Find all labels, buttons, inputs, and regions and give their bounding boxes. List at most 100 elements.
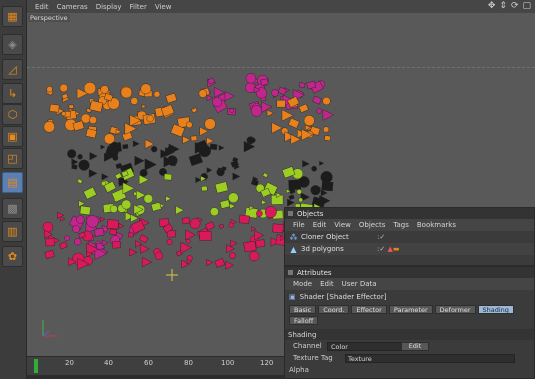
clone-shape bbox=[214, 258, 226, 268]
objects-menu-objects[interactable]: Objects bbox=[359, 221, 385, 229]
tab-falloff[interactable]: Falloff bbox=[289, 316, 319, 325]
snap-icon[interactable]: ▥ bbox=[2, 221, 23, 242]
clone-shape bbox=[271, 122, 283, 134]
points-icon[interactable]: ▣ bbox=[2, 126, 23, 147]
clone-shape bbox=[249, 251, 260, 262]
panel-grip-icon[interactable] bbox=[288, 211, 293, 216]
tab-basic[interactable]: Basic bbox=[289, 305, 317, 314]
shader-effector-icon: ▣ bbox=[289, 292, 296, 301]
clone-shape bbox=[89, 116, 97, 124]
clone-shape bbox=[251, 226, 257, 232]
polygons-icon[interactable]: ▤ bbox=[2, 172, 23, 193]
clone-shape bbox=[232, 172, 241, 181]
tab-shading[interactable]: Shading bbox=[477, 305, 514, 314]
clone-shape bbox=[230, 239, 238, 247]
clone-shape bbox=[303, 115, 315, 127]
attributes-menu-user-data[interactable]: User Data bbox=[342, 280, 377, 288]
menu-cameras[interactable]: Cameras bbox=[57, 3, 88, 11]
clone-shape bbox=[243, 240, 257, 253]
visibility-flags-icon[interactable]: :✓ ▲▬ bbox=[377, 245, 399, 253]
clone-shape bbox=[322, 96, 331, 106]
alpha-row[interactable]: Alpha bbox=[285, 364, 534, 376]
clone-shape bbox=[132, 140, 140, 148]
object-row-polygons[interactable]: ▲ 3d polygons :✓ ▲▬ bbox=[285, 243, 534, 255]
objects-menu-file[interactable]: File bbox=[293, 221, 305, 229]
menu-edit[interactable]: Edit bbox=[35, 3, 49, 11]
attributes-menu-edit[interactable]: Edit bbox=[320, 280, 334, 288]
clone-shape bbox=[146, 115, 154, 123]
objects-menu-bookmarks[interactable]: Bookmarks bbox=[417, 221, 456, 229]
clone-shape bbox=[101, 173, 109, 181]
clone-shape bbox=[254, 230, 265, 241]
move-icon[interactable]: ✥ bbox=[488, 1, 496, 11]
clone-shape bbox=[271, 89, 279, 97]
clone-shape bbox=[144, 158, 157, 171]
clone-shape bbox=[122, 182, 135, 195]
tab-deformer[interactable]: Deformer bbox=[434, 305, 476, 314]
tab-effector[interactable]: Effector bbox=[351, 305, 387, 314]
perspective-icon[interactable]: ◿ bbox=[2, 59, 23, 80]
clone-shape bbox=[166, 238, 173, 245]
clone-shape bbox=[245, 73, 257, 84]
clone-shape bbox=[182, 135, 191, 144]
visibility-flags-icon[interactable]: :✓ bbox=[377, 233, 385, 241]
mograph-icon[interactable]: ✿ bbox=[2, 246, 23, 267]
clone-shape bbox=[206, 167, 213, 174]
texture-tag-field[interactable]: Texture bbox=[345, 353, 515, 363]
camera-label: Perspective bbox=[28, 14, 70, 22]
tick-label: 80 bbox=[184, 359, 193, 367]
tab-coord[interactable]: Coord. bbox=[318, 305, 350, 314]
crosshair-icon bbox=[166, 269, 178, 281]
channel-dropdown[interactable]: Color bbox=[327, 341, 407, 351]
clone-shape bbox=[100, 216, 106, 222]
tick-label: 40 bbox=[104, 359, 113, 367]
tab-parameter[interactable]: Parameter bbox=[388, 305, 433, 314]
objects-menu-edit[interactable]: Edit bbox=[313, 221, 327, 229]
clone-shape bbox=[191, 107, 198, 114]
alpha-label: Alpha bbox=[289, 366, 309, 374]
clone-shape bbox=[218, 145, 225, 151]
clone-shape bbox=[288, 117, 300, 129]
clone-shape bbox=[229, 108, 234, 113]
object-row-cloner[interactable]: ⁂ Cloner Object :✓ bbox=[285, 231, 534, 243]
zoom-icon[interactable]: ⇕ bbox=[499, 1, 507, 11]
polygon-icon[interactable]: ⬡ bbox=[2, 104, 23, 125]
clone-shape bbox=[264, 206, 277, 218]
world-axis-icon bbox=[42, 320, 57, 337]
menu-display[interactable]: Display bbox=[96, 3, 122, 11]
objects-title-text: Objects bbox=[297, 209, 324, 218]
rotate-icon[interactable]: ⟳ bbox=[511, 1, 519, 11]
menu-filter[interactable]: Filter bbox=[130, 3, 147, 11]
tick-label: 120 bbox=[260, 359, 274, 367]
clone-shape bbox=[195, 176, 202, 183]
edges-icon[interactable]: ◰ bbox=[2, 148, 23, 169]
checker-icon[interactable]: ▩ bbox=[2, 198, 23, 219]
cloner-icon: ⁂ bbox=[289, 232, 298, 242]
clone-shape bbox=[122, 144, 129, 150]
view-layout-icon[interactable]: ▦ bbox=[2, 6, 23, 27]
edit-button[interactable]: Edit bbox=[401, 341, 429, 351]
current-frame-marker[interactable] bbox=[34, 359, 38, 373]
attributes-menu-mode[interactable]: Mode bbox=[293, 280, 312, 288]
clone-shape bbox=[118, 223, 125, 229]
clone-shape bbox=[198, 89, 208, 98]
clone-shape bbox=[298, 197, 303, 203]
cube-icon[interactable]: ◈ bbox=[2, 34, 23, 55]
axis-icon[interactable]: ↳ bbox=[2, 83, 23, 104]
clone-shape bbox=[250, 105, 263, 117]
viewport-menubar: Edit Cameras Display Filter View bbox=[27, 0, 535, 13]
maximize-icon[interactable]: ▢ bbox=[522, 1, 531, 11]
clone-shape bbox=[112, 241, 121, 249]
clone-shape bbox=[129, 248, 138, 257]
menu-view[interactable]: View bbox=[155, 3, 172, 11]
objects-menu-tags[interactable]: Tags bbox=[393, 221, 409, 229]
clone-shape bbox=[229, 252, 236, 259]
clone-shape bbox=[100, 144, 106, 150]
clone-shape bbox=[72, 225, 81, 233]
panel-grip-icon[interactable] bbox=[288, 270, 293, 275]
clone-shape bbox=[139, 169, 148, 177]
clone-shape bbox=[44, 249, 55, 260]
objects-menu-view[interactable]: View bbox=[334, 221, 351, 229]
clone-shape bbox=[83, 82, 97, 95]
object-name: Cloner Object bbox=[301, 233, 349, 241]
